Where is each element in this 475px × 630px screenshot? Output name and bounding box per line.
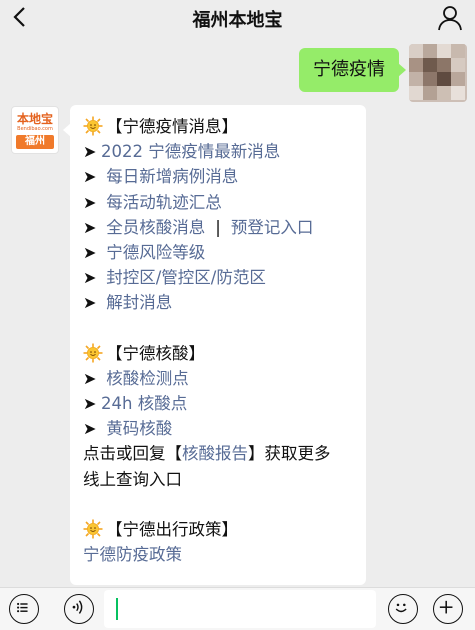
reply-hint-line2: 线上查询入口 — [83, 469, 182, 489]
hint-prefix: 点击或回复【 — [83, 444, 182, 464]
list-item[interactable]: ➤ 核酸检测点 — [83, 366, 354, 391]
arrow-icon: ➤ — [83, 368, 97, 388]
link-text[interactable]: 2022 宁德疫情最新消息 — [101, 142, 280, 161]
reply-hint: 点击或回复【核酸报告】获取更多 — [83, 441, 354, 466]
chat-title: 福州本地宝 — [192, 10, 283, 31]
avatar-brand-text: 本地宝 — [16, 112, 53, 126]
link-text[interactable]: 每活动轨迹汇总 — [106, 193, 222, 212]
text-caret — [116, 598, 118, 620]
link-text[interactable]: 24h 核酸点 — [101, 394, 187, 413]
arrow-icon: ➤ — [83, 142, 97, 162]
list-item[interactable]: ➤ 解封消息 — [83, 290, 354, 315]
arrow-icon: ➤ — [83, 167, 97, 187]
list-item[interactable]: ➤ 宁德风险等级 — [83, 240, 354, 265]
plus-icon[interactable] — [433, 594, 463, 624]
voice-icon[interactable] — [64, 594, 94, 624]
link-text[interactable]: 解封消息 — [106, 293, 172, 312]
list-item[interactable]: ➤ 每活动轨迹汇总 — [83, 190, 354, 215]
message-input[interactable] — [104, 590, 376, 628]
arrow-icon: ➤ — [83, 394, 97, 414]
link-text[interactable]: 宁德防疫政策 — [83, 545, 182, 564]
arrow-icon: ➤ — [83, 217, 97, 237]
link-text[interactable]: 黄码核酸 — [106, 419, 172, 438]
list-item[interactable]: ➤ 黄码核酸 — [83, 416, 354, 441]
emoji-icon[interactable] — [388, 594, 418, 624]
sun-emoji-icon — [83, 343, 103, 363]
arrow-icon: ➤ — [83, 192, 97, 212]
arrow-icon: ➤ — [83, 268, 97, 288]
list-item[interactable]: ➤ 全员核酸消息 | 预登记入口 — [83, 215, 354, 240]
hint-suffix: 】获取更多 — [248, 444, 331, 464]
avatar-url-text: Bendibao.com — [17, 126, 53, 132]
person-icon[interactable] — [437, 4, 463, 32]
avatar-city-label: 福州 — [16, 135, 54, 149]
chat-header: 福州本地宝 — [0, 0, 475, 36]
section-heading: 【宁德出行政策】 — [83, 517, 354, 542]
link-text[interactable]: 全员核酸消息 — [106, 218, 205, 237]
list-item[interactable]: ➤ 24h 核酸点 — [83, 391, 354, 416]
menu-list-icon[interactable] — [9, 594, 39, 624]
link-text[interactable]: 核酸检测点 — [106, 369, 189, 388]
sun-emoji-icon — [83, 116, 103, 136]
incoming-message-bubble: 【宁德疫情消息】 ➤ 2022 宁德疫情最新消息 ➤ 每日新增病例消息 ➤ 每活动… — [63, 105, 366, 585]
section-heading: 【宁德疫情消息】 — [83, 114, 354, 139]
outgoing-message-row: 宁德疫情 — [267, 44, 467, 102]
separator: | — [215, 217, 221, 237]
input-bar — [0, 587, 475, 630]
list-item[interactable]: 宁德防疫政策 — [83, 542, 354, 567]
arrow-icon: ➤ — [83, 293, 97, 313]
list-item[interactable]: ➤ 封控区/管控区/防范区 — [83, 265, 354, 290]
section-heading: 【宁德核酸】 — [83, 341, 354, 366]
heading-text: 【宁德疫情消息】 — [106, 117, 238, 136]
heading-text: 【宁德出行政策】 — [106, 520, 238, 539]
self-avatar[interactable] — [409, 44, 467, 102]
arrow-icon: ➤ — [83, 419, 97, 439]
list-item[interactable]: ➤ 每日新增病例消息 — [83, 164, 354, 189]
heading-text: 【宁德核酸】 — [106, 343, 205, 363]
sun-emoji-icon — [83, 519, 103, 539]
arrow-icon: ➤ — [83, 242, 97, 262]
link-text[interactable]: 封控区/管控区/防范区 — [106, 268, 266, 287]
link-text[interactable]: 每日新增病例消息 — [106, 167, 238, 186]
outgoing-message-bubble[interactable]: 宁德疫情 — [299, 48, 406, 92]
keyword-link[interactable]: 核酸报告 — [182, 444, 248, 463]
bot-avatar[interactable]: 本地宝 Bendibao.com 福州 — [11, 106, 59, 154]
link-text[interactable]: 预登记入口 — [231, 218, 314, 237]
link-text[interactable]: 宁德风险等级 — [106, 243, 205, 262]
list-item[interactable]: ➤ 2022 宁德疫情最新消息 — [83, 139, 354, 164]
